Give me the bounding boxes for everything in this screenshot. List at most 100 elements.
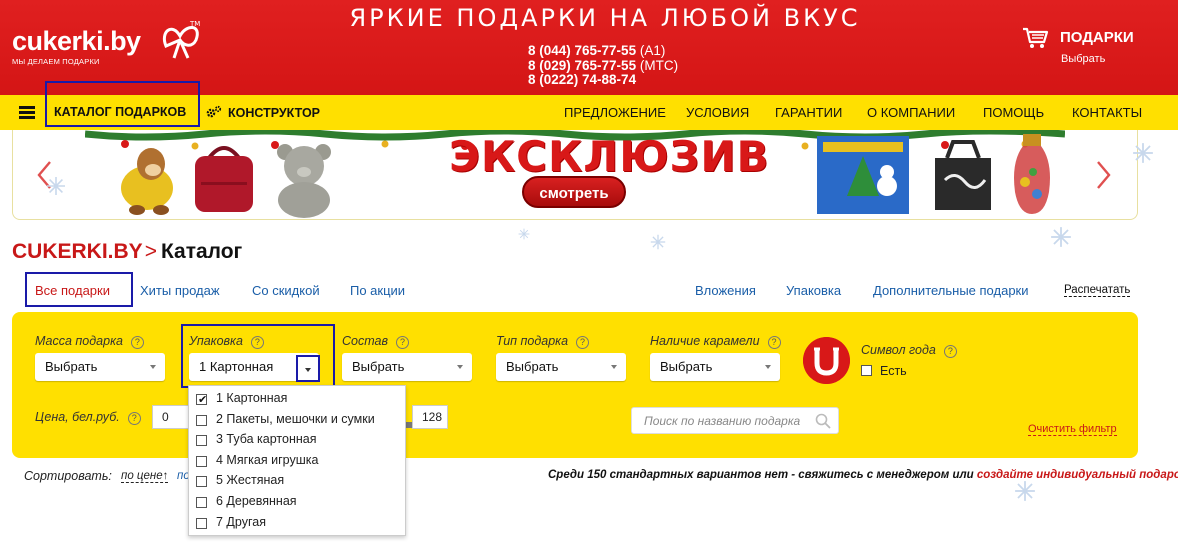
snowflake-icon — [1015, 481, 1035, 501]
page-title: Каталог — [160, 240, 243, 263]
phone-item[interactable]: 8 (029) 765-77-55 (МТС) — [528, 58, 678, 74]
help-icon[interactable]: ? — [943, 345, 957, 358]
mass-select[interactable]: Выбрать — [35, 353, 165, 381]
nav-item-contacts[interactable]: КОНТАКТЫ — [1072, 105, 1142, 120]
banner-next-arrow-icon[interactable] — [1096, 160, 1112, 190]
phone-item[interactable]: 8 (044) 765-77-55 (A1) — [528, 43, 678, 59]
packaging-option[interactable]: 4 Мягкая игрушка — [196, 452, 401, 470]
option-checkbox[interactable] — [196, 476, 207, 487]
chevron-down-icon — [765, 365, 771, 369]
nav-item-about[interactable]: О КОМПАНИИ — [867, 105, 955, 120]
composition-filter-label: Состав? — [342, 334, 409, 349]
custom-gift-notice: Среди 150 стандартных вариантов нет - св… — [548, 469, 1178, 481]
help-icon[interactable]: ? — [767, 336, 781, 349]
candy-jar-image — [1014, 134, 1050, 214]
snowflake-icon — [650, 234, 666, 250]
cart-select-link[interactable]: Выбрать — [1061, 53, 1105, 65]
tab-contents[interactable]: Вложения — [695, 283, 756, 298]
banner-view-button[interactable]: смотреть — [522, 176, 626, 208]
gears-icon — [206, 105, 222, 118]
option-checkbox[interactable] — [196, 415, 207, 426]
chevron-down-icon — [150, 365, 156, 369]
snowflake-icon — [47, 177, 65, 195]
packaging-option[interactable]: 2 Пакеты, мешочки и сумки — [196, 411, 401, 429]
price-filter-label: Цена, бел.руб.? — [35, 410, 141, 425]
nav-item-conditions[interactable]: УСЛОВИЯ — [686, 105, 749, 120]
print-link[interactable]: Распечатать — [1064, 284, 1131, 297]
help-icon[interactable]: ? — [127, 412, 141, 425]
nav-catalog[interactable]: КАТАЛОГ ПОДАРКОВ — [54, 105, 186, 119]
packaging-dropdown-toggle[interactable] — [296, 355, 320, 382]
site-logo[interactable]: cukerki.by МЫ ДЕЛАЕМ ПОДАРКИ TM — [12, 20, 200, 66]
checkmark-icon: ✔ — [198, 393, 208, 406]
nav-constructor[interactable]: КОНСТРУКТОР — [206, 105, 320, 120]
year-symbol-option-label: Есть — [880, 364, 907, 378]
breadcrumb: CUKERKI.BY> Каталог — [12, 240, 242, 264]
packaging-option[interactable]: 3 Туба картонная — [196, 431, 401, 449]
snowflake-icon — [1051, 227, 1071, 247]
toy-horse-image — [121, 148, 173, 215]
help-icon[interactable]: ? — [395, 336, 409, 349]
site-slogan: ЯРКИЕ ПОДАРКИ НА ЛЮБОЙ ВКУС — [349, 4, 861, 32]
option-checkbox[interactable]: ✔ — [196, 394, 207, 405]
price-min-input[interactable]: 0 — [152, 405, 192, 429]
nav-item-help[interactable]: ПОМОЩЬ — [983, 105, 1044, 120]
black-bag-image — [935, 140, 991, 210]
sort-label: Сортировать: — [24, 469, 112, 483]
chevron-down-icon — [457, 365, 463, 369]
sort-by-price-link[interactable]: по цене↑ — [121, 470, 169, 483]
gift-search-input[interactable]: Поиск по названию подарка — [631, 407, 839, 434]
year-symbol-label: Символ года? — [861, 343, 957, 358]
banner-title: ЭКСКЛЮЗИВ — [449, 132, 770, 181]
packaging-option[interactable]: 7 Другая — [196, 514, 401, 532]
highlight-box — [45, 81, 200, 127]
tab-packaging[interactable]: Упаковка — [786, 283, 841, 298]
tab-promo[interactable]: По акции — [350, 283, 405, 298]
horseshoe-icon — [803, 337, 850, 384]
snowflake-icon — [1133, 143, 1153, 163]
help-icon[interactable]: ? — [130, 336, 144, 349]
teddy-bear-image — [277, 144, 331, 218]
help-icon[interactable]: ? — [250, 336, 264, 349]
nav-item-guarantees[interactable]: ГАРАНТИИ — [775, 105, 842, 120]
chevron-down-icon — [611, 365, 617, 369]
clear-filter-link[interactable]: Очистить фильтр — [1028, 423, 1117, 436]
phone-item[interactable]: 8 (0222) 74-88-74 — [528, 72, 678, 88]
composition-select[interactable]: Выбрать — [342, 353, 472, 381]
tab-all-gifts[interactable]: Все подарки — [35, 283, 110, 298]
chevron-right-icon: > — [144, 240, 157, 263]
help-icon[interactable]: ? — [576, 336, 590, 349]
logo-tagline: МЫ ДЕЛАЕМ ПОДАРКИ — [12, 57, 100, 66]
phone-list: 8 (044) 765-77-55 (A1) 8 (029) 765-77-55… — [528, 43, 678, 88]
type-select[interactable]: Выбрать — [496, 353, 626, 381]
cart-icon — [1023, 27, 1049, 48]
option-checkbox[interactable] — [196, 497, 207, 508]
snowflake-icon — [518, 228, 530, 240]
nav-item-offer[interactable]: ПРЕДЛОЖЕНИЕ — [564, 105, 666, 120]
red-bag-image — [195, 146, 253, 212]
packaging-dropdown-list: ✔ 1 Картонная 2 Пакеты, мешочки и сумки 3… — [188, 385, 406, 536]
option-checkbox[interactable] — [196, 435, 207, 446]
create-custom-gift-link[interactable]: создайте индивидуальный подарок — [977, 469, 1178, 481]
price-max-input[interactable]: 128 — [412, 405, 448, 429]
menu-icon[interactable] — [19, 106, 35, 119]
caramel-select[interactable]: Выбрать — [650, 353, 780, 381]
type-filter-label: Тип подарка? — [496, 334, 590, 349]
option-checkbox[interactable] — [196, 456, 207, 467]
gift-box-image — [817, 136, 909, 214]
tab-extra-gifts[interactable]: Дополнительные подарки — [873, 283, 1029, 298]
tab-bestsellers[interactable]: Хиты продаж — [140, 283, 220, 298]
year-symbol-checkbox[interactable] — [861, 365, 872, 376]
packaging-option[interactable]: 5 Жестяная — [196, 472, 401, 490]
mass-filter-label: Масса подарка? — [35, 334, 144, 349]
packaging-option[interactable]: 6 Деревянная — [196, 493, 401, 511]
cart-title: ПОДАРКИ — [1060, 29, 1134, 46]
option-checkbox[interactable] — [196, 518, 207, 529]
caramel-filter-label: Наличие карамели? — [650, 334, 781, 349]
tab-discount[interactable]: Со скидкой — [252, 283, 320, 298]
promo-banner[interactable]: ЭКСКЛЮЗИВ смотреть — [12, 130, 1138, 220]
packaging-option[interactable]: ✔ 1 Картонная — [196, 390, 401, 408]
search-icon[interactable] — [814, 412, 832, 430]
breadcrumb-home[interactable]: CUKERKI.BY — [12, 240, 143, 263]
chevron-down-icon — [305, 368, 311, 372]
